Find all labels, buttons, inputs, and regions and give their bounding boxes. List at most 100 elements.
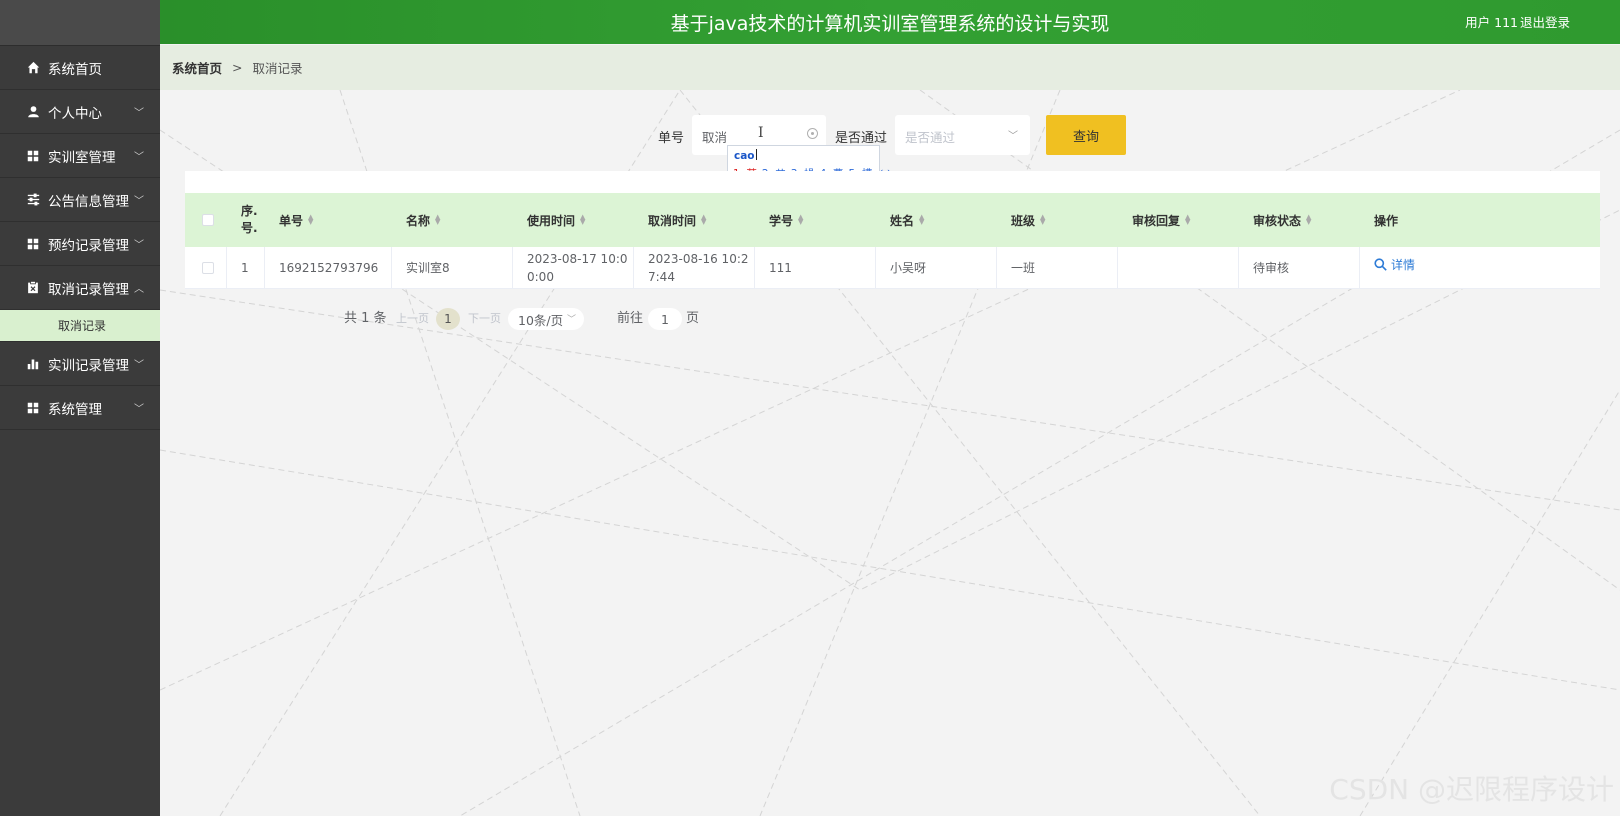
column-header-seq-line2: 号.	[241, 221, 258, 235]
chevron-down-icon: ﹀	[134, 196, 144, 207]
cell-text: 2023-08-17 10:0	[527, 251, 628, 266]
column-header-cancel-time[interactable]: 取消时间 ▲ ▼	[634, 193, 755, 247]
sort-icon[interactable]: ▲ ▼	[580, 214, 585, 226]
cell-class: 一班	[997, 247, 1118, 288]
column-header-student-name[interactable]: 姓名 ▲ ▼	[876, 193, 997, 247]
select-all-checkbox-cell	[185, 193, 227, 247]
column-header-class[interactable]: 班级 ▲ ▼	[997, 193, 1118, 247]
clear-icon[interactable]	[807, 128, 818, 139]
breadcrumb: 系统首页 > 取消记录	[160, 45, 1620, 90]
cell-order-no: 1692152793796	[265, 247, 392, 288]
cell-seq: 1	[227, 247, 265, 288]
pass-status-label: 是否通过	[835, 131, 888, 146]
text-cursor-icon: I	[758, 125, 764, 141]
sidebar-item-label: 预约记录管理	[48, 237, 129, 254]
cell-student-name: 小吴呀	[876, 247, 997, 288]
top-header: 基于java技术的计算机实训室管理系统的设计与实现 用户 111 退出登录	[160, 0, 1620, 44]
detail-button[interactable]: 详情	[1374, 256, 1415, 273]
column-header-review-status[interactable]: 审核状态 ▲ ▼	[1239, 193, 1360, 247]
column-header-label: 班级	[1011, 213, 1036, 228]
column-header-label: 操作	[1374, 213, 1399, 228]
sidebar-item-home[interactable]: 系统首页	[0, 46, 160, 90]
pagination-goto-label: 前往	[617, 311, 644, 326]
sort-icon[interactable]: ▲ ▼	[919, 214, 924, 226]
row-checkbox-cell	[185, 247, 227, 288]
watermark: CSDN @迟限程序设计	[1329, 773, 1614, 806]
sidebar-item-reservation-management[interactable]: 预约记录管理 ﹀	[0, 222, 160, 266]
column-header-actions: 操作	[1360, 193, 1600, 247]
column-header-label: 使用时间	[527, 213, 576, 228]
query-button-label: 查询	[1072, 129, 1099, 145]
page-size-select[interactable]: 10条/页 ﹀	[508, 308, 584, 330]
row-checkbox[interactable]	[202, 261, 214, 274]
pass-status-select[interactable]: 是否通过 ﹀	[895, 115, 1030, 155]
pagination-next[interactable]: 下一页	[468, 310, 501, 326]
pagination-goto-value: 1	[661, 311, 669, 327]
column-header-seq: 序. 号.	[227, 193, 265, 247]
breadcrumb-home[interactable]: 系统首页	[172, 58, 222, 77]
column-header-seq-line1: 序.	[241, 204, 258, 218]
chevron-down-icon: ﹀	[1008, 131, 1018, 142]
user-icon	[26, 105, 40, 119]
sort-icon[interactable]: ▲ ▼	[701, 214, 706, 226]
cell-text: 1	[241, 260, 249, 275]
detail-button-label: 详情	[1391, 258, 1416, 272]
page-size-value: 10条/页	[518, 312, 564, 328]
clipboard-icon	[26, 281, 40, 295]
sort-icon[interactable]: ▲ ▼	[1185, 214, 1190, 226]
sidebar-item-label: 取消记录管理	[48, 281, 129, 298]
cell-review-status: 待审核	[1239, 247, 1360, 288]
sidebar-item-notice-management[interactable]: 公告信息管理 ﹀	[0, 178, 160, 222]
column-header-use-time[interactable]: 使用时间 ▲ ▼	[513, 193, 634, 247]
sidebar-subitem-label: 取消记录	[58, 319, 107, 333]
sidebar-item-cancel-management[interactable]: 取消记录管理 ︿	[0, 266, 160, 310]
chevron-up-icon: ︿	[134, 284, 144, 295]
breadcrumb-current: 取消记录	[252, 61, 303, 76]
grid-icon	[26, 237, 40, 251]
cell-text: 待审核	[1253, 260, 1290, 275]
column-header-order-no[interactable]: 单号 ▲ ▼	[265, 193, 392, 247]
sidebar-item-label: 系统管理	[48, 401, 102, 418]
query-button[interactable]: 查询	[1046, 115, 1126, 155]
sidebar-item-system-management[interactable]: 系统管理 ﹀	[0, 386, 160, 430]
column-header-label: 学号	[769, 213, 794, 228]
cell-text: 1692152793796	[279, 260, 379, 275]
sort-icon[interactable]: ▲ ▼	[1306, 214, 1311, 226]
column-header-label: 审核回复	[1132, 213, 1181, 228]
table-header: 序. 号. 单号 ▲ ▼ 名称 ▲ ▼ 使用时间 ▲ ▼ 取消时间 ▲ ▼ 学号 ▲ ▼ 姓名 ▲ ▼ …	[185, 193, 1600, 247]
column-header-review-reply[interactable]: 审核回复 ▲ ▼	[1118, 193, 1239, 247]
pagination-goto-input[interactable]: 1	[648, 308, 682, 330]
pagination-page-suffix: 页	[686, 311, 700, 326]
cell-text: 一班	[1011, 260, 1036, 275]
column-header-label: 名称	[406, 213, 431, 228]
column-header-name[interactable]: 名称 ▲ ▼	[392, 193, 513, 247]
pagination-current-page[interactable]: 1	[436, 308, 460, 330]
sidebar-item-label: 实训记录管理	[48, 357, 129, 374]
sort-icon[interactable]: ▲ ▼	[435, 214, 440, 226]
cell-student-no: 111	[755, 247, 876, 288]
chevron-down-icon: ﹀	[134, 108, 144, 119]
ime-pinyin: cao	[734, 150, 755, 162]
pagination-prev[interactable]: 上一页	[396, 310, 429, 326]
cell-text: 2023-08-16 10:2	[648, 251, 749, 266]
logout-link[interactable]: 退出登录	[1520, 12, 1570, 31]
home-icon	[26, 61, 40, 75]
select-all-checkbox[interactable]	[202, 214, 214, 226]
sidebar-item-label: 个人中心	[48, 105, 102, 122]
sort-icon[interactable]: ▲ ▼	[798, 214, 803, 226]
order-no-label: 单号	[658, 131, 685, 146]
cell-text: 0:00	[527, 269, 554, 284]
pagination-total: 共 1 条	[344, 311, 387, 326]
sort-icon[interactable]: ▲ ▼	[1040, 214, 1045, 226]
sidebar-item-training-records[interactable]: 实训记录管理 ﹀	[0, 342, 160, 386]
cell-text: 111	[769, 260, 792, 275]
sidebar-item-label: 公告信息管理	[48, 193, 129, 210]
sort-icon[interactable]: ▲ ▼	[308, 214, 313, 226]
table-toolbar	[185, 171, 1600, 193]
column-header-student-no[interactable]: 学号 ▲ ▼	[755, 193, 876, 247]
order-no-value: 取消	[702, 130, 728, 145]
cell-text: 小吴呀	[890, 260, 927, 275]
sidebar-item-lab-management[interactable]: 实训室管理 ﹀	[0, 134, 160, 178]
sidebar-item-personal-center[interactable]: 个人中心 ﹀	[0, 90, 160, 134]
sidebar-subitem-cancel-records[interactable]: 取消记录	[0, 310, 160, 342]
